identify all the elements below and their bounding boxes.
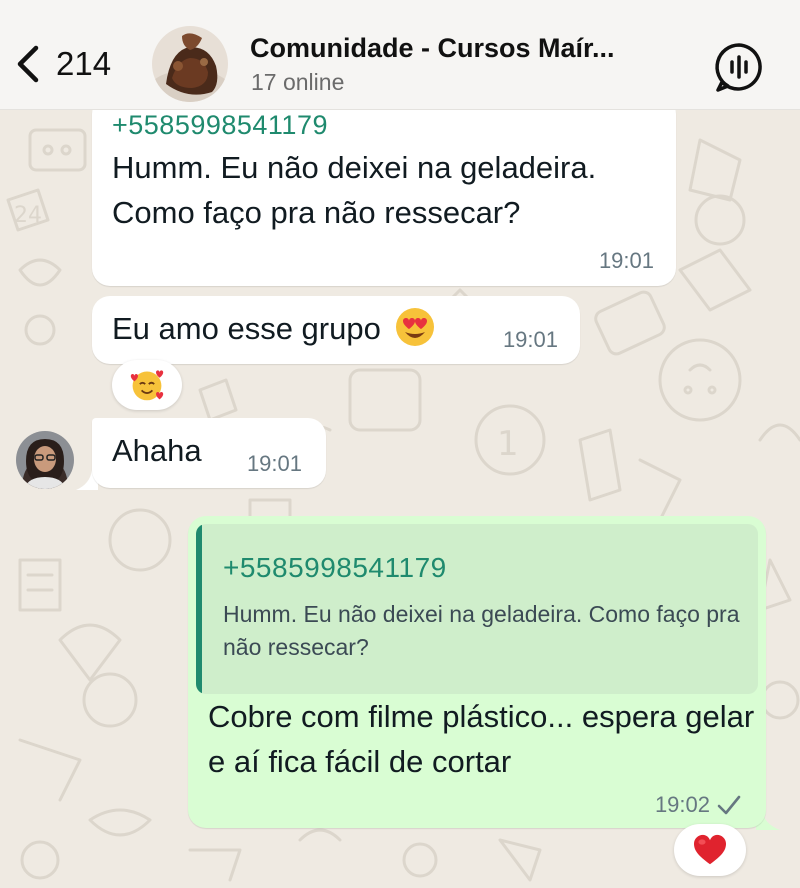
message-text: Eu amo esse grupo (112, 311, 381, 346)
smiling-face-with-hearts-emoji (130, 370, 164, 401)
online-status: 17 online (251, 69, 345, 95)
chat-header: 214 Comunidade - Cursos Maír... 17 onlin… (0, 0, 800, 110)
incoming-message[interactable]: +5585998541179 Humm. Eu não deixei na ge… (92, 96, 676, 286)
message-text-row: Eu amo esse grupo (112, 306, 435, 351)
sender-phone[interactable]: +5585998541179 (112, 110, 328, 141)
svg-text:24: 24 (14, 203, 42, 228)
unread-count: 214 (56, 45, 112, 82)
back-button[interactable]: 214 (12, 38, 111, 90)
svg-text:1: 1 (497, 424, 519, 464)
message-time: 19:01 (598, 248, 654, 273)
group-name[interactable]: Comunidade - Cursos Maír... (250, 33, 680, 64)
group-avatar[interactable] (152, 26, 228, 102)
incoming-message[interactable]: Eu amo esse grupo 19:01 (92, 296, 580, 364)
voice-chat-button[interactable] (712, 40, 766, 94)
quote-accent-bar (196, 524, 202, 694)
quoted-message[interactable]: +5585998541179 Humm. Eu não deixei na ge… (196, 524, 758, 694)
quoted-text: Humm. Eu não deixei na geladeira. Como f… (223, 601, 740, 660)
message-text: Humm. Eu não deixei na geladeira. Como f… (112, 150, 597, 230)
chevron-left-icon (17, 45, 39, 83)
sent-check-icon (717, 795, 741, 815)
message-time: 19:01 (246, 451, 302, 476)
message-text: Cobre com filme plástico... espera gelar… (208, 699, 755, 779)
message-reaction[interactable] (112, 360, 182, 410)
message-time: 19:02 (654, 792, 710, 817)
incoming-message[interactable]: Ahaha 19:01 (92, 418, 326, 488)
heart-eyes-emoji (396, 308, 435, 346)
outgoing-message[interactable]: +5585998541179 Humm. Eu não deixei na ge… (188, 516, 766, 828)
message-reaction[interactable] (674, 824, 746, 876)
voice-chat-icon (715, 43, 762, 92)
quoted-sender: +5585998541179 (223, 552, 447, 583)
message-time: 19:01 (502, 327, 558, 352)
red-heart-emoji (694, 834, 726, 865)
message-text: Ahaha (112, 433, 202, 468)
sender-avatar[interactable] (16, 431, 74, 489)
